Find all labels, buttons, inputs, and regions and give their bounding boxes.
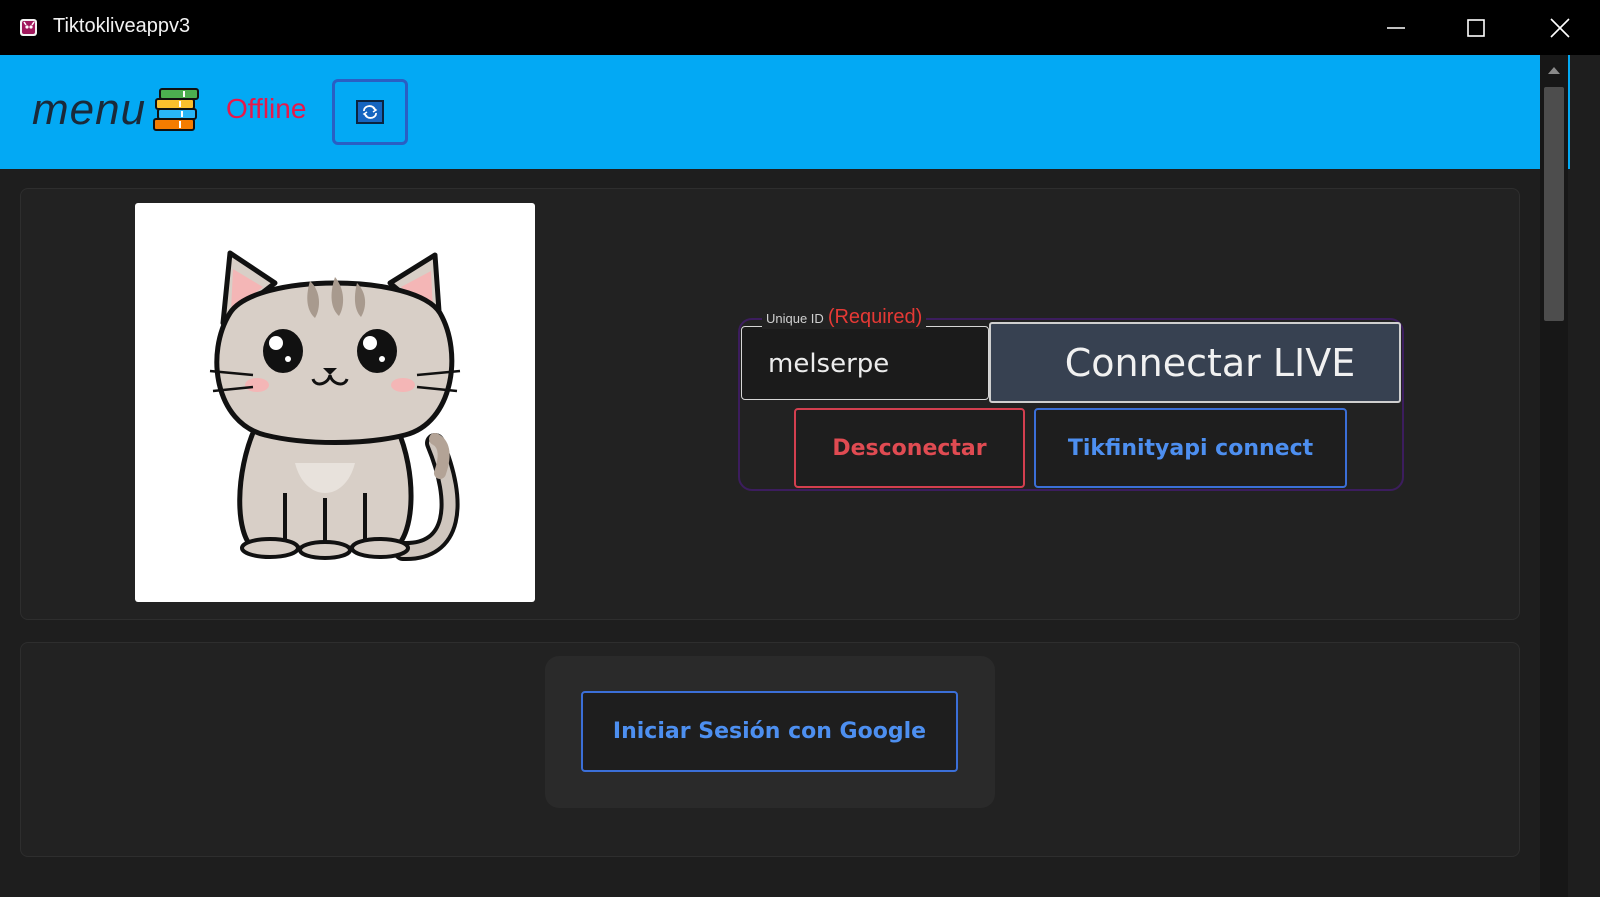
connect-live-button[interactable]: Connectar LIVE xyxy=(989,322,1401,403)
unique-id-label-text: Unique ID xyxy=(766,311,824,326)
minimize-button[interactable] xyxy=(1356,0,1436,55)
minimize-icon xyxy=(1387,26,1405,29)
disconnect-button[interactable]: Desconectar xyxy=(794,408,1025,488)
refresh-icon xyxy=(356,100,384,124)
close-button[interactable] xyxy=(1520,0,1600,55)
books-icon xyxy=(153,88,200,131)
vertical-scrollbar[interactable] xyxy=(1540,55,1568,897)
unique-id-label: Unique ID (Required) xyxy=(762,306,927,329)
maximize-icon xyxy=(1467,18,1485,37)
google-login-button[interactable]: Iniciar Sesión con Google xyxy=(581,691,958,772)
cat-avatar xyxy=(209,250,461,561)
tikfinity-connect-button[interactable]: Tikfinityapi connect xyxy=(1034,408,1347,488)
scroll-thumb[interactable] xyxy=(1544,87,1564,321)
scroll-up-arrow-icon[interactable] xyxy=(1548,67,1560,74)
close-icon xyxy=(1550,17,1570,38)
refresh-button[interactable] xyxy=(332,79,408,145)
title-bar: Tiktokliveappv3 xyxy=(0,0,1600,55)
menu-button[interactable]: menu xyxy=(32,85,202,135)
unique-id-input[interactable] xyxy=(768,344,978,384)
menu-label: menu xyxy=(32,85,147,134)
maximize-button[interactable] xyxy=(1436,0,1516,55)
window-title: Tiktokliveappv3 xyxy=(53,15,191,37)
tiktok-live-app-icon xyxy=(20,19,37,36)
app-header: menu Offline xyxy=(0,55,1570,169)
required-indicator: (Required) xyxy=(827,306,923,328)
avatar xyxy=(135,203,535,602)
connection-status: Offline xyxy=(226,93,307,124)
